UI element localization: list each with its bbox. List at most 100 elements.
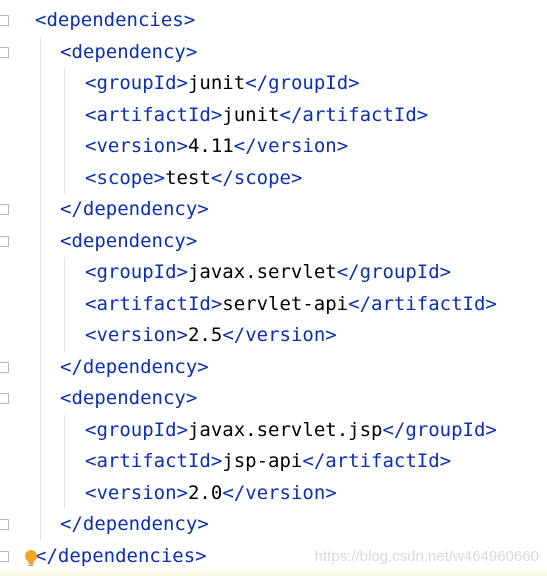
tag-value: 2.0 bbox=[187, 481, 223, 504]
tag-name: version bbox=[96, 481, 177, 504]
tag-bracket: </ bbox=[348, 292, 372, 315]
indent-guide bbox=[64, 68, 65, 194]
tag-bracket: > bbox=[197, 513, 209, 535]
tag-bracket: > bbox=[176, 481, 188, 504]
tag-bracket: > bbox=[195, 544, 207, 567]
code-line[interactable]: <artifactId>jsp-api</artifactId> bbox=[85, 446, 451, 477]
tag-bracket: < bbox=[60, 40, 72, 63]
tag-bracket: > bbox=[176, 324, 188, 346]
code-line[interactable]: <groupId>javax.servlet.jsp</groupId> bbox=[85, 415, 497, 446]
code-line[interactable]: <version>2.5</version> bbox=[85, 320, 337, 351]
closing-tag-name: version bbox=[245, 481, 326, 504]
tag-value: javax.servlet.jsp bbox=[187, 418, 383, 441]
fold-marker-icon[interactable] bbox=[0, 550, 9, 562]
tag-name: dependency bbox=[71, 40, 186, 63]
tag-name: dependency bbox=[82, 355, 198, 378]
code-line[interactable]: <artifactId>junit</artifactId> bbox=[85, 100, 428, 131]
tag-bracket: > bbox=[153, 166, 166, 189]
fold-marker-icon[interactable] bbox=[0, 15, 9, 26]
tag-bracket: > bbox=[185, 229, 198, 252]
tag-bracket: > bbox=[325, 324, 337, 346]
tag-bracket: < bbox=[85, 418, 97, 441]
fold-marker-icon[interactable] bbox=[0, 235, 9, 247]
tag-bracket: > bbox=[185, 387, 198, 409]
tag-name: dependency bbox=[71, 229, 186, 252]
closing-tag-name: artifactId bbox=[325, 450, 440, 472]
code-line[interactable]: </dependency> bbox=[60, 509, 209, 540]
code-line[interactable]: <dependency> bbox=[60, 37, 197, 68]
closing-tag-name: groupId bbox=[405, 418, 486, 441]
tag-bracket: > bbox=[325, 481, 337, 504]
tag-bracket: </ bbox=[336, 261, 360, 283]
closing-tag-name: groupId bbox=[359, 261, 440, 283]
code-line[interactable]: </dependency> bbox=[60, 194, 209, 225]
tag-value: 4.11 bbox=[187, 135, 234, 157]
tag-bracket: < bbox=[60, 229, 72, 252]
closing-tag-name: artifactId bbox=[302, 103, 417, 126]
closing-tag-name: version bbox=[256, 135, 337, 157]
tag-name: groupId bbox=[96, 72, 177, 94]
indent-guide bbox=[40, 36, 41, 541]
fold-marker-icon[interactable] bbox=[0, 204, 9, 215]
tag-value: test bbox=[165, 166, 211, 189]
tag-bracket: > bbox=[183, 9, 196, 31]
tag-bracket: > bbox=[176, 135, 188, 157]
fold-marker-icon[interactable] bbox=[0, 46, 9, 58]
tag-value: junit bbox=[222, 103, 280, 126]
tag-name: artifactId bbox=[96, 450, 211, 472]
code-line[interactable]: <version>2.0</version> bbox=[85, 478, 337, 509]
tag-bracket: < bbox=[85, 481, 97, 504]
tag-bracket: < bbox=[85, 292, 97, 315]
tag-bracket: > bbox=[210, 103, 223, 126]
code-line[interactable]: <dependencies> bbox=[35, 5, 195, 36]
tag-bracket: > bbox=[336, 135, 349, 157]
tag-bracket: < bbox=[85, 166, 97, 189]
tag-bracket: > bbox=[210, 292, 223, 315]
tag-bracket: </ bbox=[382, 418, 406, 441]
tag-bracket: < bbox=[85, 103, 97, 126]
code-line[interactable]: <dependency> bbox=[60, 383, 197, 414]
tag-bracket: > bbox=[185, 40, 198, 63]
code-line[interactable]: </dependency> bbox=[60, 352, 209, 383]
tag-bracket: </ bbox=[233, 135, 257, 157]
tag-bracket: < bbox=[85, 450, 97, 472]
tag-name: scope bbox=[96, 166, 154, 189]
indent-guide bbox=[64, 257, 65, 352]
lightbulb-icon[interactable] bbox=[23, 549, 39, 567]
fold-marker-icon[interactable] bbox=[0, 361, 9, 373]
code-line[interactable]: <dependency> bbox=[60, 226, 197, 257]
tag-bracket: </ bbox=[60, 355, 83, 378]
code-line[interactable]: </dependencies> bbox=[35, 541, 207, 572]
editor-gutter bbox=[0, 0, 12, 576]
tag-bracket: > bbox=[197, 355, 209, 378]
tag-name: artifactId bbox=[96, 103, 211, 126]
bottom-strip bbox=[0, 571, 547, 576]
code-line[interactable]: <artifactId>servlet-api</artifactId> bbox=[85, 289, 497, 320]
tag-value: junit bbox=[187, 72, 246, 94]
watermark: https://blog.csdn.net/w464960660 bbox=[314, 548, 539, 565]
tag-bracket: </ bbox=[210, 166, 234, 189]
tag-bracket: > bbox=[176, 72, 188, 94]
tag-value: 2.5 bbox=[187, 324, 223, 346]
tag-bracket: < bbox=[85, 324, 97, 346]
tag-value: servlet-api bbox=[222, 292, 349, 315]
code-line[interactable]: <version>4.11</version> bbox=[85, 131, 348, 162]
closing-tag-name: version bbox=[245, 324, 326, 346]
tag-bracket: </ bbox=[222, 324, 246, 346]
code-editor[interactable]: <dependencies> <dependency> <groupId>junit… bbox=[0, 0, 547, 576]
tag-bracket: > bbox=[290, 166, 303, 189]
code-line[interactable]: <groupId>junit</groupId> bbox=[85, 68, 360, 99]
tag-bracket: > bbox=[348, 72, 360, 94]
fold-marker-icon[interactable] bbox=[0, 519, 9, 530]
tag-bracket: </ bbox=[279, 103, 303, 126]
code-line[interactable]: <scope>test</scope> bbox=[85, 163, 302, 194]
tag-bracket: </ bbox=[60, 513, 83, 535]
code-line[interactable]: <groupId>javax.servlet</groupId> bbox=[85, 257, 451, 288]
tag-bracket: > bbox=[485, 418, 497, 441]
fold-marker-icon[interactable] bbox=[0, 393, 9, 404]
tag-bracket: </ bbox=[60, 198, 83, 220]
tag-bracket: < bbox=[35, 9, 47, 31]
tag-bracket: < bbox=[60, 387, 72, 409]
tag-bracket: > bbox=[439, 261, 452, 283]
tag-bracket: > bbox=[416, 103, 429, 126]
